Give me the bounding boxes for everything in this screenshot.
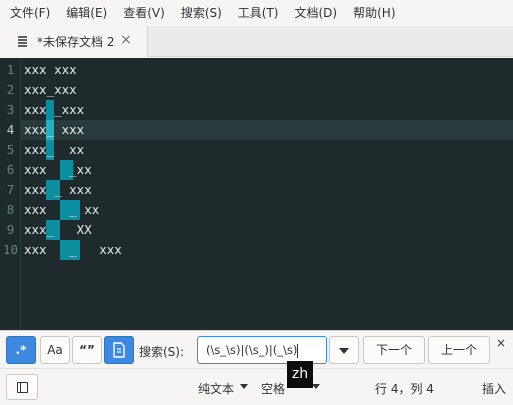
search-query: (\s_\s)|(\s_)|(_\s) — [206, 343, 298, 357]
tab-close-icon[interactable]: × — [119, 31, 133, 49]
language-dropdown-icon[interactable] — [240, 384, 248, 389]
chevron-down-icon — [339, 348, 349, 354]
whole-word-button[interactable]: “” — [72, 336, 102, 364]
text-caret — [297, 343, 299, 358]
line-number: 3 — [6, 102, 15, 117]
document-tab[interactable]: *未保存文档 2 × — [0, 26, 148, 57]
line-number: 9 — [6, 222, 15, 237]
search-in-selection-button[interactable] — [104, 336, 134, 364]
code-line: xxx xxx — [24, 62, 77, 77]
line-number: 2 — [6, 82, 15, 97]
toggle-side-panel-button[interactable] — [6, 374, 38, 400]
regex-icon: .* — [15, 343, 27, 357]
menu-bar: 文件(F) 编辑(E) 查看(V) 搜索(S) 工具(T) 文档(D) 帮助(H… — [0, 0, 513, 26]
case-icon: Aa — [47, 343, 63, 357]
search-label: 搜索(S): — [139, 345, 185, 359]
code-line: xxx _ xx — [24, 202, 100, 217]
code-line: xxx_xxx — [24, 82, 77, 97]
input-method-indicator: zh — [287, 361, 313, 388]
language-selector[interactable]: 纯文本 — [198, 380, 234, 397]
close-search-icon[interactable]: × — [494, 336, 508, 350]
search-history-dropdown[interactable] — [329, 336, 359, 364]
find-next-button[interactable]: 下一个 — [363, 336, 425, 364]
menu-view[interactable]: 查看(V) — [115, 0, 173, 26]
tab-title: *未保存文档 2 — [37, 35, 115, 49]
search-input[interactable]: (\s_\s)|(\s_)|(_\s) — [197, 336, 327, 364]
line-number: 4 — [6, 122, 15, 137]
text-editor[interactable]: 1 2 3 4 5 6 7 8 9 10 xxx xxx xxx_xxx xxx… — [0, 58, 513, 330]
code-line: xxx_ XX — [24, 222, 92, 237]
selection-icon — [113, 342, 125, 358]
insert-mode-indicator: 插入 — [482, 382, 507, 396]
status-bar: 纯文本 空格 行 4，列 4 插入 — [0, 368, 513, 405]
code-line: xxx_ xxx — [24, 122, 85, 137]
line-number: 7 — [6, 182, 15, 197]
code-line: xxx_ xx — [24, 142, 85, 157]
case-sensitive-button[interactable]: Aa — [40, 336, 70, 364]
code-line: xxx _xxx — [24, 102, 85, 117]
regex-toggle-button[interactable]: .* — [6, 336, 36, 364]
line-number: 10 — [2, 242, 19, 257]
menu-edit[interactable]: 编辑(E) — [58, 0, 115, 26]
code-line: xxx _ xxx — [24, 182, 92, 197]
line-number: 6 — [6, 162, 15, 177]
menu-documents[interactable]: 文档(D) — [287, 0, 346, 26]
menu-help[interactable]: 帮助(H) — [345, 0, 403, 26]
indent-selector[interactable]: 空格 — [261, 380, 285, 397]
document-text-icon — [17, 35, 28, 47]
search-bar: .* Aa “” 搜索(S): (\s_\s)|(\s_)|(_\s) 下一个 … — [0, 330, 513, 368]
line-number: 5 — [6, 142, 15, 157]
indent-dropdown-icon[interactable] — [312, 384, 320, 389]
line-number: 1 — [6, 62, 15, 77]
code-line: xxx _xx — [24, 162, 92, 177]
cursor-position: 行 4，列 4 — [375, 382, 434, 396]
menu-file[interactable]: 文件(F) — [2, 0, 58, 26]
line-number: 8 — [6, 202, 15, 217]
code-line: xxx _ xxx — [24, 242, 122, 257]
side-panel-icon — [17, 382, 28, 393]
find-previous-button[interactable]: 上一个 — [428, 336, 490, 364]
menu-search[interactable]: 搜索(S) — [173, 0, 230, 26]
quote-icon: “” — [79, 343, 95, 357]
tab-bar: *未保存文档 2 × — [0, 26, 513, 57]
menu-tools[interactable]: 工具(T) — [230, 0, 287, 26]
